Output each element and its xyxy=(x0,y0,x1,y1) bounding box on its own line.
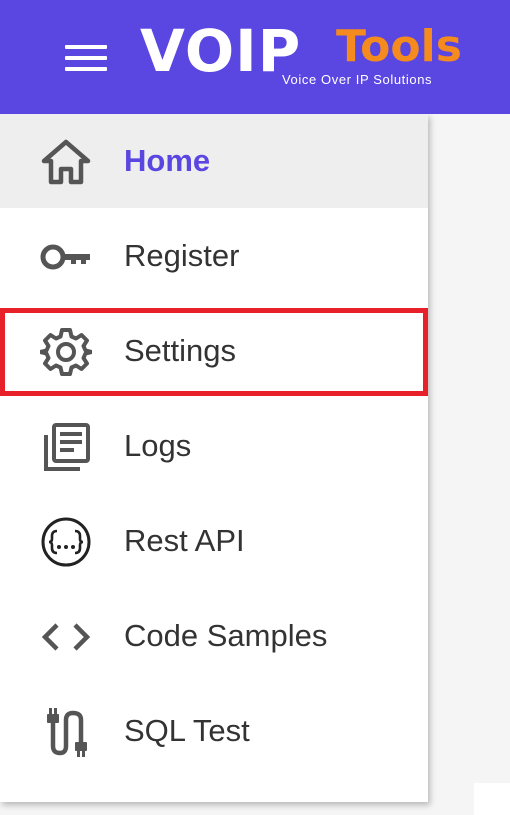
api-braces-icon xyxy=(40,516,92,568)
nav-label-home: Home xyxy=(124,143,211,178)
logo-tools-text: Tools xyxy=(336,21,462,72)
top-app-bar: VOIP Tools Voice Over IP Solutions xyxy=(0,0,510,114)
code-icon xyxy=(40,611,92,663)
home-icon xyxy=(40,136,92,188)
key-icon xyxy=(40,231,92,283)
voiptools-logo[interactable]: VOIP Tools Voice Over IP Solutions xyxy=(140,17,475,92)
logo-brand-text: VOIP xyxy=(140,17,302,85)
gear-icon xyxy=(40,326,92,378)
hamburger-menu-icon[interactable] xyxy=(60,38,112,78)
nav-label-logs: Logs xyxy=(124,428,192,463)
nav-label-rest-api: Rest API xyxy=(124,523,245,558)
nav-item-register[interactable]: Register xyxy=(0,209,428,303)
logo-tagline: Voice Over IP Solutions xyxy=(282,72,433,87)
nav-item-settings[interactable]: Settings xyxy=(0,304,428,398)
nav-item-home[interactable]: Home xyxy=(0,114,428,208)
nav-label-register: Register xyxy=(124,238,240,273)
menu-line xyxy=(65,67,107,71)
menu-line xyxy=(65,45,107,49)
main-content-area xyxy=(428,114,510,815)
nav-item-logs[interactable]: Logs xyxy=(0,399,428,493)
nav-label-sql-test: SQL Test xyxy=(124,713,250,748)
nav-item-rest-api[interactable]: Rest API xyxy=(0,494,428,588)
plug-icon xyxy=(40,706,92,758)
menu-line xyxy=(65,56,107,60)
navigation-drawer: Home Register Settings Logs Rest API Cod… xyxy=(0,114,428,802)
nav-label-settings: Settings xyxy=(124,333,237,368)
nav-item-code-samples[interactable]: Code Samples xyxy=(0,589,428,683)
nav-label-code-samples: Code Samples xyxy=(124,618,328,653)
nav-item-sql-test[interactable]: SQL Test xyxy=(0,684,428,778)
app-window: VOIP Tools Voice Over IP Solutions Home … xyxy=(0,0,510,815)
logs-icon xyxy=(40,421,92,473)
content-card xyxy=(474,783,510,815)
